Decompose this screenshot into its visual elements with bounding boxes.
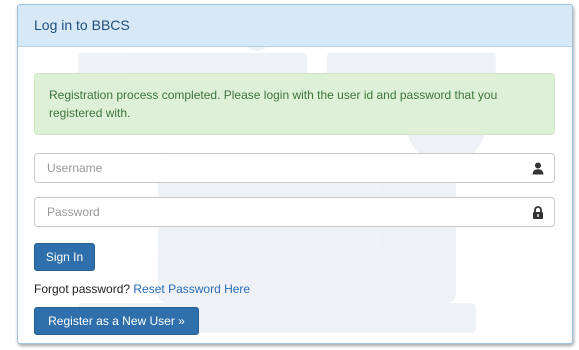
register-button[interactable]: Register as a New User » xyxy=(34,307,199,335)
panel-heading: Log in to BBCS xyxy=(18,5,572,47)
forgot-password-text: Forgot password? xyxy=(34,282,134,296)
success-alert: Registration process completed. Please l… xyxy=(34,73,555,135)
panel-title: Log in to BBCS xyxy=(34,17,130,33)
sign-in-button[interactable]: Sign In xyxy=(34,243,95,271)
forgot-password-row: Forgot password? Reset Password Here xyxy=(34,282,250,296)
password-field[interactable] xyxy=(34,197,555,227)
reset-password-link[interactable]: Reset Password Here xyxy=(133,282,250,296)
user-icon xyxy=(532,162,544,175)
lock-icon xyxy=(533,206,543,219)
username-input[interactable] xyxy=(35,154,554,182)
password-input[interactable] xyxy=(35,198,554,226)
login-panel: Log in to BBCS Registration process comp… xyxy=(17,4,573,344)
username-field[interactable] xyxy=(34,153,555,183)
alert-message: Registration process completed. Please l… xyxy=(49,88,498,120)
